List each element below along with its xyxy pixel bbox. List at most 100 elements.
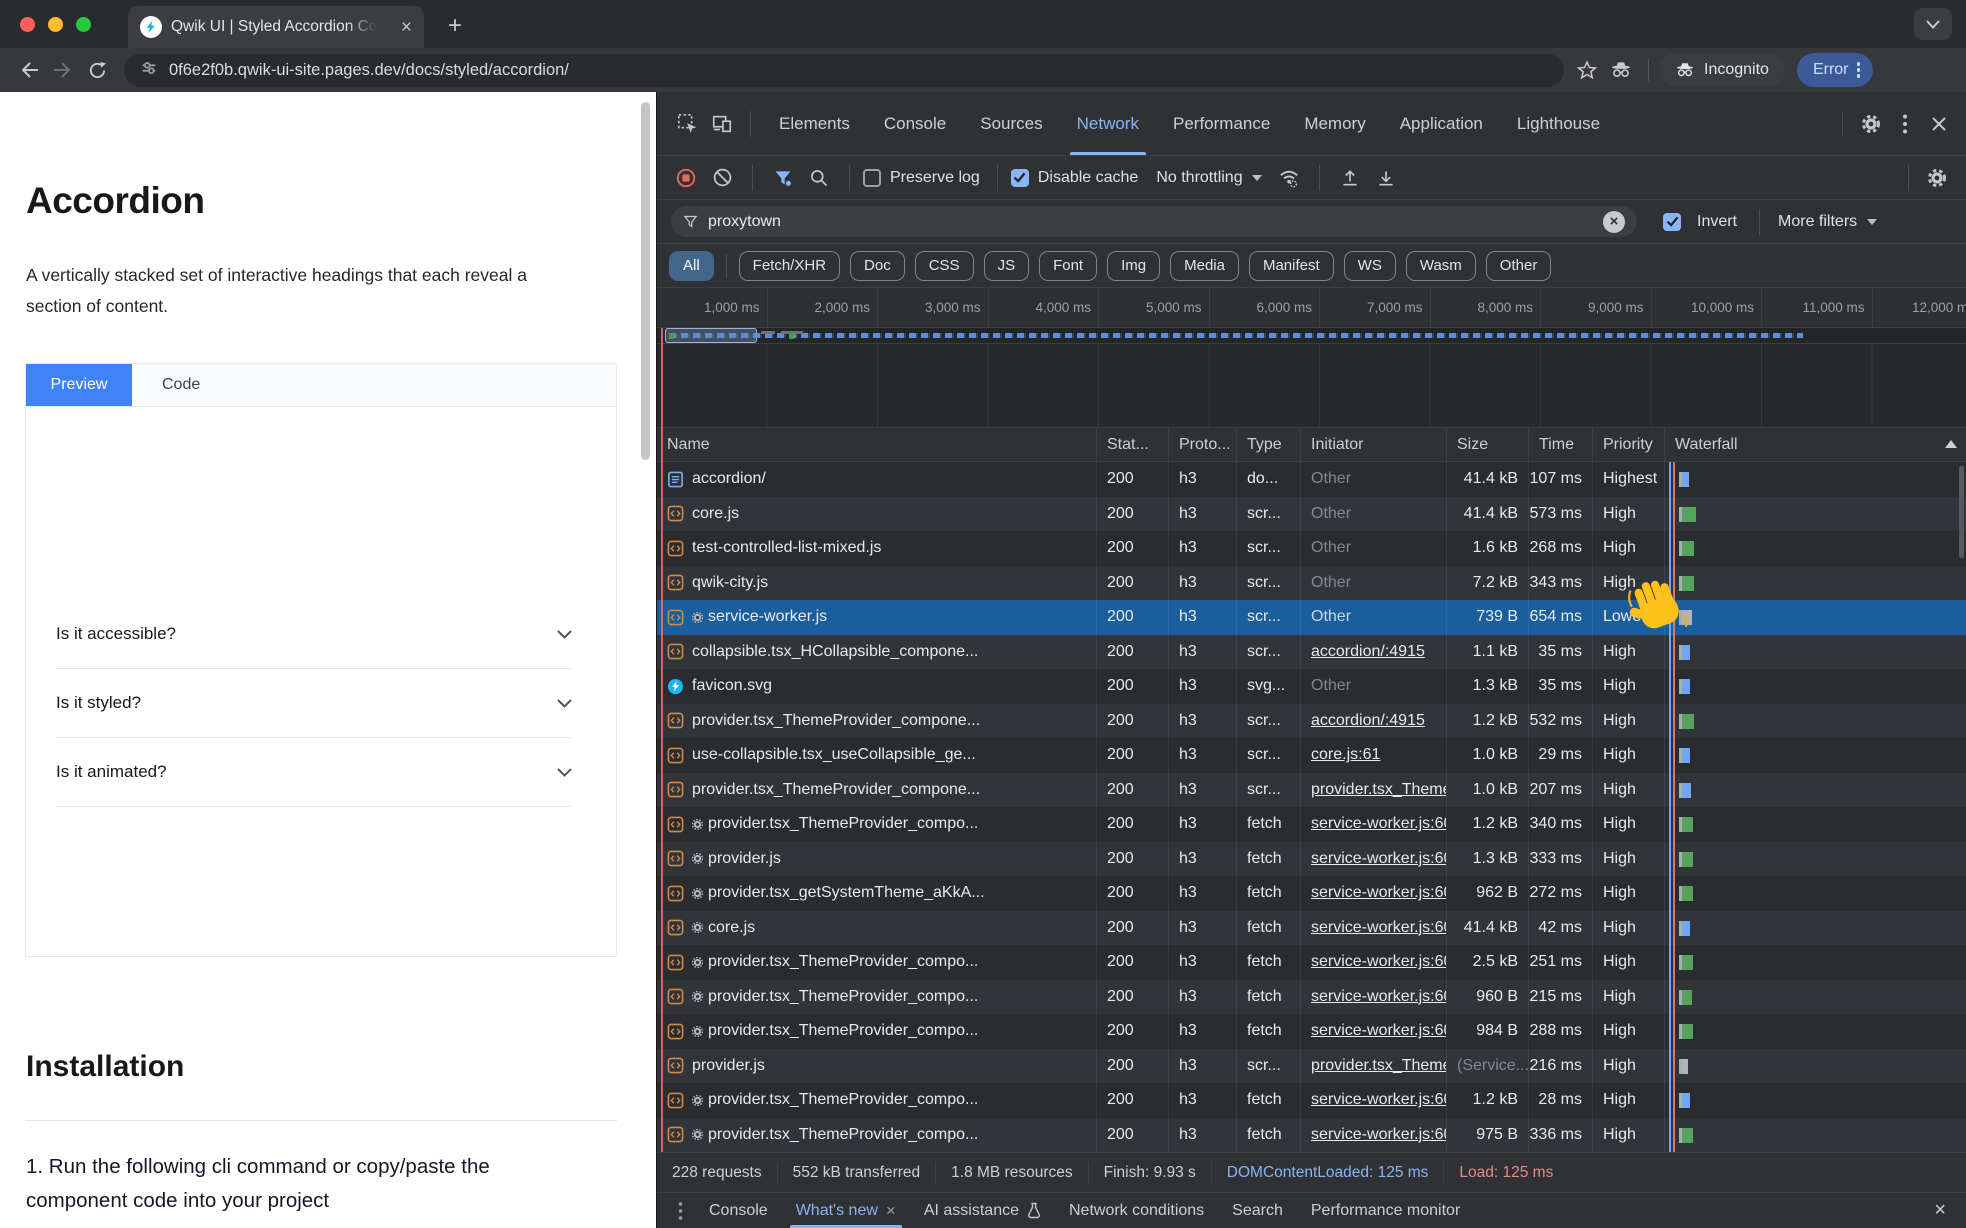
filter-chip-media[interactable]: Media bbox=[1170, 251, 1239, 281]
column-header-priority[interactable]: Priority bbox=[1593, 428, 1665, 461]
filter-chip-wasm[interactable]: Wasm bbox=[1406, 251, 1476, 281]
network-conditions-icon[interactable] bbox=[1272, 161, 1306, 195]
request-name[interactable]: accordion/ bbox=[657, 462, 1097, 497]
table-row-provider-tsx-themeprovider-compo-10[interactable]: provider.tsx_ThemeProvider_compo...200h3… bbox=[657, 807, 1966, 842]
request-initiator[interactable]: service-worker.js:60 bbox=[1301, 1118, 1447, 1153]
table-row-provider-tsx-themeprovider-compone-9[interactable]: provider.tsx_ThemeProvider_compone...200… bbox=[657, 773, 1966, 808]
request-initiator[interactable]: core.js:61 bbox=[1301, 738, 1447, 773]
inspect-element-icon[interactable] bbox=[671, 107, 705, 141]
filter-icon[interactable] bbox=[766, 161, 800, 195]
request-name[interactable]: provider.tsx_ThemeProvider_compo... bbox=[657, 1014, 1097, 1049]
request-name[interactable]: provider.tsx_getSystemTheme_aKkA... bbox=[657, 876, 1097, 911]
minimize-window-button[interactable] bbox=[48, 17, 63, 32]
close-tab-icon[interactable]: × bbox=[886, 1201, 896, 1221]
filter-chip-font[interactable]: Font bbox=[1039, 251, 1097, 281]
error-profile-button[interactable]: Error bbox=[1797, 53, 1873, 87]
request-initiator[interactable]: provider.tsx_ThemeP bbox=[1301, 1049, 1447, 1084]
request-name[interactable]: provider.tsx_ThemeProvider_compo... bbox=[657, 945, 1097, 980]
column-header-size[interactable]: Size bbox=[1447, 428, 1529, 461]
import-har-icon[interactable] bbox=[1333, 161, 1367, 195]
filter-chip-css[interactable]: CSS bbox=[915, 251, 974, 281]
status-domcontentloaded[interactable]: DOMContentLoaded: 125 ms bbox=[1212, 1162, 1445, 1184]
request-initiator[interactable]: accordion/:4915 bbox=[1301, 704, 1447, 739]
filter-chip-img[interactable]: Img bbox=[1107, 251, 1160, 281]
device-toolbar-icon[interactable] bbox=[705, 107, 739, 141]
request-initiator[interactable]: service-worker.js:60 bbox=[1301, 911, 1447, 946]
table-row-provider-js-11[interactable]: provider.js200h3fetchservice-worker.js:6… bbox=[657, 842, 1966, 877]
kebab-menu-icon[interactable] bbox=[1857, 60, 1861, 81]
table-row-use-collapsible-tsx-usecollapsible-ge-8[interactable]: use-collapsible.tsx_useCollapsible_ge...… bbox=[657, 738, 1966, 773]
column-header-time[interactable]: Time bbox=[1529, 428, 1593, 461]
tab-preview[interactable]: Preview bbox=[26, 364, 132, 406]
more-filters-button[interactable]: More filters bbox=[1778, 213, 1877, 231]
bookmark-star-icon[interactable] bbox=[1570, 53, 1604, 87]
table-row-qwik-city-js-3[interactable]: qwik-city.js200h3scr...Other7.2 kB343 ms… bbox=[657, 566, 1966, 601]
request-name[interactable]: use-collapsible.tsx_useCollapsible_ge... bbox=[657, 738, 1097, 773]
devtools-tab-lighthouse[interactable]: Lighthouse bbox=[1500, 92, 1617, 155]
request-name[interactable]: provider.tsx_ThemeProvider_compo... bbox=[657, 980, 1097, 1015]
request-initiator[interactable]: service-worker.js:60 bbox=[1301, 1083, 1447, 1118]
request-name[interactable]: provider.tsx_ThemeProvider_compo... bbox=[657, 807, 1097, 842]
table-row-core-js-13[interactable]: core.js200h3fetchservice-worker.js:6041.… bbox=[657, 911, 1966, 946]
request-name[interactable]: core.js bbox=[657, 911, 1097, 946]
new-tab-button[interactable]: + bbox=[448, 14, 462, 38]
request-name[interactable]: provider.tsx_ThemeProvider_compone... bbox=[657, 704, 1097, 739]
filter-chip-other[interactable]: Other bbox=[1486, 251, 1552, 281]
request-name[interactable]: provider.tsx_ThemeProvider_compone... bbox=[657, 773, 1097, 808]
reload-button[interactable] bbox=[80, 53, 114, 87]
macos-traffic-lights[interactable] bbox=[20, 17, 91, 32]
table-row-test-controlled-list-mixed-js-2[interactable]: test-controlled-list-mixed.js200h3scr...… bbox=[657, 531, 1966, 566]
sort-ascending-icon[interactable] bbox=[1945, 440, 1957, 448]
filter-chip-manifest[interactable]: Manifest bbox=[1249, 251, 1334, 281]
table-row-provider-tsx-themeprovider-compo-16[interactable]: provider.tsx_ThemeProvider_compo...200h3… bbox=[657, 1014, 1966, 1049]
table-row-service-worker-js-4[interactable]: service-worker.js200h3scr...Other739 B65… bbox=[657, 600, 1966, 635]
table-row-favicon-svg-6[interactable]: favicon.svg200h3svg...Other1.3 kB35 msHi… bbox=[657, 669, 1966, 704]
drawer-menu-icon[interactable] bbox=[669, 1194, 691, 1228]
filter-chip-ws[interactable]: WS bbox=[1344, 251, 1396, 281]
column-header-name[interactable]: Name bbox=[657, 428, 1097, 461]
column-header-initiator[interactable]: Initiator bbox=[1301, 428, 1447, 461]
request-name[interactable]: provider.js bbox=[657, 1049, 1097, 1084]
request-name[interactable]: provider.js bbox=[657, 842, 1097, 877]
devtools-tab-sources[interactable]: Sources bbox=[963, 92, 1059, 155]
request-initiator[interactable]: service-worker.js:60 bbox=[1301, 980, 1447, 1015]
devtools-tab-network[interactable]: Network bbox=[1060, 92, 1156, 155]
page-scrollbar[interactable] bbox=[641, 102, 650, 460]
browser-tab[interactable]: Qwik UI | Styled Accordion Co × bbox=[128, 6, 424, 48]
table-row-provider-tsx-getsystemtheme-akka-12[interactable]: provider.tsx_getSystemTheme_aKkA...200h3… bbox=[657, 876, 1966, 911]
table-row-collapsible-tsx-hcollapsible-compone-5[interactable]: collapsible.tsx_HCollapsible_compone...2… bbox=[657, 635, 1966, 670]
back-button[interactable] bbox=[12, 53, 46, 87]
search-icon[interactable] bbox=[802, 161, 836, 195]
throttling-select[interactable]: No throttling bbox=[1156, 169, 1261, 187]
url-input[interactable]: 0f6e2f0b.qwik-ui-site.pages.dev/docs/sty… bbox=[124, 54, 1564, 87]
accordion-item-is-it-animated[interactable]: Is it animated? bbox=[56, 738, 572, 807]
devtools-tab-memory[interactable]: Memory bbox=[1287, 92, 1382, 155]
request-initiator[interactable]: accordion/:4915 bbox=[1301, 635, 1447, 670]
clear-filter-icon[interactable]: × bbox=[1603, 211, 1625, 233]
tab-close-icon[interactable]: × bbox=[401, 18, 412, 37]
close-drawer-icon[interactable]: × bbox=[1934, 1199, 1954, 1222]
filter-chip-fetch-xhr[interactable]: Fetch/XHR bbox=[739, 251, 840, 281]
network-overview-band[interactable] bbox=[657, 328, 1966, 344]
filter-chip-doc[interactable]: Doc bbox=[850, 251, 905, 281]
request-name[interactable]: favicon.svg bbox=[657, 669, 1097, 704]
close-devtools-icon[interactable] bbox=[1922, 107, 1956, 141]
table-row-core-js-1[interactable]: core.js200h3scr...Other41.4 kB573 msHigh bbox=[657, 497, 1966, 532]
request-name[interactable]: test-controlled-list-mixed.js bbox=[657, 531, 1097, 566]
extension-incognito-icon[interactable] bbox=[1604, 53, 1638, 87]
table-row-provider-tsx-themeprovider-compone-7[interactable]: provider.tsx_ThemeProvider_compone...200… bbox=[657, 704, 1966, 739]
site-settings-icon[interactable] bbox=[140, 59, 158, 82]
request-initiator[interactable]: service-worker.js:60 bbox=[1301, 1014, 1447, 1049]
request-name[interactable]: service-worker.js bbox=[657, 600, 1097, 635]
table-row-accordion-0[interactable]: accordion/200h3do...Other41.4 kB107 msHi… bbox=[657, 462, 1966, 497]
table-row-provider-tsx-themeprovider-compo-14[interactable]: provider.tsx_ThemeProvider_compo...200h3… bbox=[657, 945, 1966, 980]
request-name[interactable]: qwik-city.js bbox=[657, 566, 1097, 601]
request-initiator[interactable]: service-worker.js:60 bbox=[1301, 876, 1447, 911]
settings-gear-icon[interactable] bbox=[1854, 107, 1888, 141]
table-row-provider-js-17[interactable]: provider.js200h3scr...provider.tsx_Theme… bbox=[657, 1049, 1966, 1084]
filter-chip-js[interactable]: JS bbox=[984, 251, 1030, 281]
status-load[interactable]: Load: 125 ms bbox=[1444, 1162, 1568, 1184]
accordion-item-is-it-styled[interactable]: Is it styled? bbox=[56, 669, 572, 738]
request-name[interactable]: core.js bbox=[657, 497, 1097, 532]
devtools-tab-application[interactable]: Application bbox=[1383, 92, 1500, 155]
